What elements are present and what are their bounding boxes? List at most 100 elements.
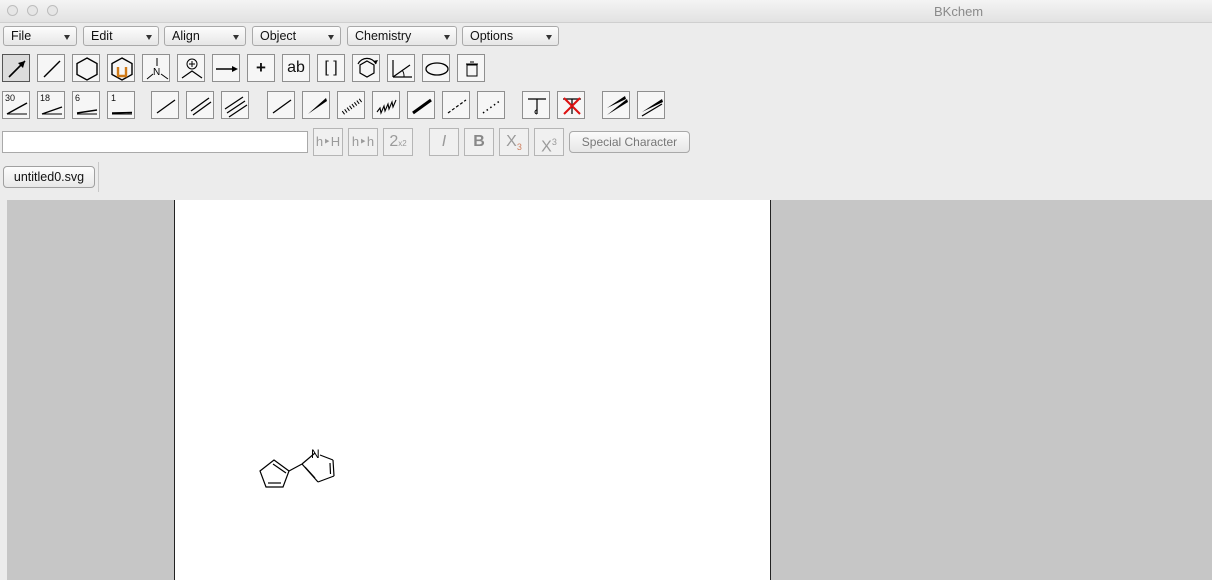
nitrogen-atom-label[interactable]: N bbox=[311, 447, 320, 461]
special-character-label: Special Character bbox=[581, 135, 678, 149]
angle-6-button[interactable]: 6 bbox=[72, 91, 100, 119]
menu-object[interactable]: Object bbox=[252, 26, 341, 46]
tab-label: untitled0.svg bbox=[13, 170, 85, 184]
bold-bond-icon bbox=[412, 98, 432, 115]
bond-remove-button[interactable] bbox=[557, 91, 585, 119]
menu-edit[interactable]: Edit bbox=[83, 26, 159, 46]
angle-align-icon bbox=[392, 60, 412, 78]
dotted-bond-button[interactable] bbox=[477, 91, 505, 119]
template-mode-button[interactable] bbox=[72, 54, 100, 82]
misc-mode-button[interactable] bbox=[457, 54, 485, 82]
menu-options[interactable]: Options bbox=[462, 26, 559, 46]
bond-line-icon bbox=[43, 60, 61, 78]
angle-30-icon bbox=[6, 102, 28, 115]
triple-bond-button[interactable] bbox=[221, 91, 249, 119]
angle-18-button[interactable]: 18 bbox=[37, 91, 65, 119]
wavy-bond-button[interactable] bbox=[372, 91, 400, 119]
superscript-button[interactable]: X3 bbox=[534, 128, 564, 156]
menu-chemistry-label: Chemistry bbox=[355, 29, 412, 43]
vector-mode-button[interactable] bbox=[422, 54, 450, 82]
edit-mode-button[interactable] bbox=[2, 54, 30, 82]
plus-tool-label: + bbox=[256, 58, 266, 77]
menu-edit-label: Edit bbox=[91, 29, 113, 43]
cyclopentadiene-ring[interactable] bbox=[259, 459, 290, 488]
angle-1-icon bbox=[111, 111, 133, 115]
minimize-window-button[interactable] bbox=[27, 5, 38, 16]
chevron-down-icon bbox=[328, 35, 334, 40]
dashed-bond-button[interactable] bbox=[442, 91, 470, 119]
chevron-down-icon bbox=[546, 35, 552, 40]
user-template-mode-button[interactable] bbox=[107, 54, 135, 82]
rotate-mode-button[interactable] bbox=[352, 54, 380, 82]
double-wedge-button[interactable] bbox=[602, 91, 630, 119]
ellipse-icon bbox=[425, 62, 449, 76]
close-window-button[interactable] bbox=[7, 5, 18, 16]
menu-bar: File Edit Align Object Chemistry Options bbox=[0, 24, 1212, 48]
trash-icon bbox=[466, 61, 478, 77]
tab-untitled0[interactable]: untitled0.svg bbox=[3, 166, 95, 188]
subscript-tool-sub: x2 bbox=[398, 139, 407, 148]
hatch-bond-button[interactable] bbox=[337, 91, 365, 119]
tab-separator bbox=[98, 162, 99, 192]
reaction-arrow-icon bbox=[216, 66, 238, 72]
hh-convert-button-2[interactable]: h‣h bbox=[348, 128, 378, 156]
special-character-button[interactable]: Special Character bbox=[569, 131, 690, 153]
arrow-mode-button[interactable] bbox=[212, 54, 240, 82]
hexagon-user-template-icon bbox=[111, 57, 133, 81]
angle-6-icon bbox=[76, 109, 98, 115]
bond-attach-icon bbox=[528, 98, 546, 115]
double-wedge-alt-button[interactable] bbox=[637, 91, 665, 119]
draw-mode-button[interactable] bbox=[37, 54, 65, 82]
menu-align[interactable]: Align bbox=[164, 26, 246, 46]
menu-options-label: Options bbox=[470, 29, 514, 43]
angle-30-button[interactable]: 30 bbox=[2, 91, 30, 119]
single-bond-button[interactable] bbox=[151, 91, 179, 119]
hh-label-2: h‣h bbox=[351, 134, 375, 149]
window-titlebar: BKchem bbox=[0, 0, 1212, 23]
bracket-tool-label: [ ] bbox=[324, 59, 338, 76]
chevron-down-icon bbox=[444, 35, 450, 40]
subscript-digit: 2 bbox=[389, 133, 399, 150]
menu-file[interactable]: File bbox=[3, 26, 77, 46]
menu-file-label: File bbox=[11, 29, 32, 43]
double-wedge-icon bbox=[607, 96, 628, 115]
angle-1-button[interactable]: 1 bbox=[107, 91, 135, 119]
menu-align-label: Align bbox=[172, 29, 200, 43]
bold-bond-button[interactable] bbox=[407, 91, 435, 119]
menu-chemistry[interactable]: Chemistry bbox=[347, 26, 457, 46]
double-bond-icon bbox=[190, 97, 212, 116]
superscript-index: 3 bbox=[551, 137, 557, 147]
atom-mode-button[interactable]: N bbox=[142, 54, 170, 82]
bracket-mode-button[interactable]: [ ] bbox=[317, 54, 345, 82]
normal-bond-button[interactable] bbox=[267, 91, 295, 119]
molecule-drawing[interactable]: N bbox=[175, 200, 770, 580]
italic-button[interactable]: I bbox=[429, 128, 459, 156]
triple-bond-icon bbox=[224, 96, 248, 118]
normal-bond-icon bbox=[272, 99, 292, 114]
bond-attach-button[interactable] bbox=[522, 91, 550, 119]
window-title: BKchem bbox=[934, 4, 984, 19]
hh-convert-button-1[interactable]: h‣H bbox=[313, 128, 343, 156]
svg-text:N: N bbox=[153, 67, 160, 78]
subscript-button[interactable]: X3 bbox=[499, 128, 529, 156]
bold-label: B bbox=[473, 133, 485, 150]
connecting-bond[interactable] bbox=[288, 463, 303, 472]
bold-button[interactable]: B bbox=[464, 128, 494, 156]
bond-align-mode-button[interactable] bbox=[387, 54, 415, 82]
bond-remove-icon bbox=[563, 97, 581, 115]
single-bond-icon bbox=[156, 99, 176, 114]
wedge-bond-button[interactable] bbox=[302, 91, 330, 119]
chevron-down-icon bbox=[64, 35, 70, 40]
double-bond-button[interactable] bbox=[186, 91, 214, 119]
drawing-paper[interactable]: N bbox=[174, 200, 771, 580]
charge-mode-button[interactable] bbox=[177, 54, 205, 82]
angle-18-icon bbox=[41, 106, 63, 115]
menu-object-label: Object bbox=[260, 29, 297, 43]
text-mode-button[interactable]: ab bbox=[282, 54, 310, 82]
zoom-window-button[interactable] bbox=[47, 5, 58, 16]
subscript-numbers-button[interactable]: 2x2 bbox=[383, 128, 413, 156]
dashed-bond-icon bbox=[447, 99, 467, 114]
text-edit-input[interactable] bbox=[2, 131, 308, 153]
plus-mode-button[interactable]: + bbox=[247, 54, 275, 82]
charge-plus-icon bbox=[181, 58, 203, 79]
